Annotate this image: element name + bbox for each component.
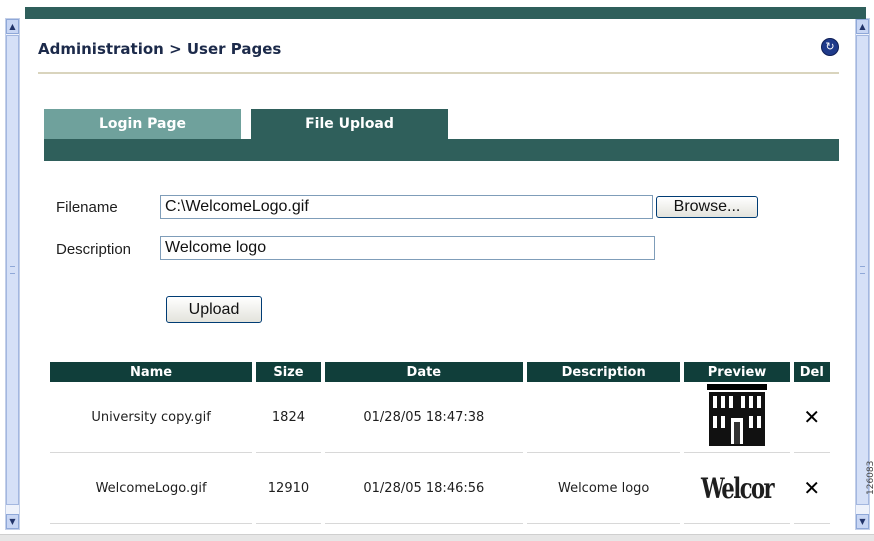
file-preview-cell (684, 382, 790, 453)
scrollbar-thumb[interactable] (6, 35, 19, 505)
divider (38, 72, 839, 74)
scroll-up-icon[interactable]: ▲ (856, 19, 869, 34)
breadcrumb: Administration > User Pages (38, 40, 282, 58)
building-preview-image (707, 384, 768, 446)
scroll-down-icon[interactable]: ▼ (6, 514, 19, 529)
description-label: Description (56, 241, 132, 258)
right-scrollbar[interactable]: ▲ ▼ (855, 18, 870, 530)
upload-button[interactable]: Upload (166, 296, 262, 323)
refresh-icon[interactable]: ↻ (821, 38, 839, 56)
column-header-description: Description (526, 362, 681, 382)
delete-icon[interactable]: ✕ (803, 405, 820, 429)
figure-number: 126083 (866, 460, 874, 495)
file-preview-cell: Welcor (684, 453, 790, 524)
grip-icon (10, 266, 15, 274)
description-field[interactable]: Welcome logo (160, 236, 655, 260)
header-bar (25, 7, 866, 19)
column-header-del: Del (793, 362, 830, 382)
tab-bar (44, 139, 839, 161)
file-name-cell: WelcomeLogo.gif (50, 453, 253, 524)
tab-file-upload[interactable]: File Upload (251, 109, 448, 139)
file-description-cell: Welcome logo (526, 453, 681, 524)
file-size-cell: 1824 (256, 382, 321, 453)
welcome-logo-preview: Welcor (700, 471, 775, 505)
delete-cell: ✕ (793, 382, 830, 453)
delete-icon[interactable]: ✕ (803, 476, 820, 500)
scrollbar-thumb[interactable] (856, 35, 869, 505)
scroll-up-icon[interactable]: ▲ (6, 19, 19, 34)
table-row: University copy.gif 1824 01/28/05 18:47:… (50, 382, 830, 453)
table-header-row: Name Size Date Description Preview Del (50, 362, 830, 382)
table-row: WelcomeLogo.gif 12910 01/28/05 18:46:56 … (50, 453, 830, 524)
file-date-cell: 01/28/05 18:46:56 (324, 453, 523, 524)
delete-cell: ✕ (793, 453, 830, 524)
filename-field[interactable]: C:\WelcomeLogo.gif (160, 195, 653, 219)
column-header-date: Date (324, 362, 523, 382)
column-header-preview: Preview (684, 362, 790, 382)
column-header-size: Size (256, 362, 321, 382)
file-date-cell: 01/28/05 18:47:38 (324, 382, 523, 453)
file-size-cell: 12910 (256, 453, 321, 524)
tab-login-page[interactable]: Login Page (44, 109, 241, 139)
scroll-down-icon[interactable]: ▼ (856, 514, 869, 529)
grip-icon (860, 266, 865, 274)
file-description-cell (526, 382, 681, 453)
file-name-cell: University copy.gif (50, 382, 253, 453)
column-header-name: Name (50, 362, 253, 382)
left-scrollbar[interactable]: ▲ ▼ (5, 18, 20, 530)
browse-button[interactable]: Browse... (656, 196, 758, 218)
files-table: Name Size Date Description Preview Del U… (46, 362, 834, 524)
filename-label: Filename (56, 199, 118, 216)
